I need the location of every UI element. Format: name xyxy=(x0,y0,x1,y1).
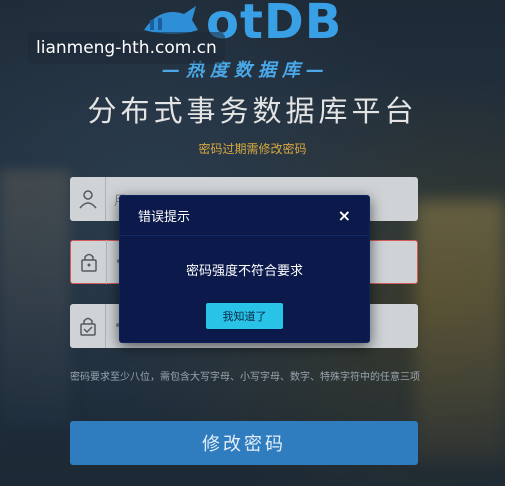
page-title: 分布式事务数据库平台 xyxy=(87,94,418,128)
background-blur-left xyxy=(0,170,70,430)
user-icon xyxy=(70,177,106,221)
dialog-message: 密码强度不符合要求 xyxy=(185,264,303,279)
lock-check-icon xyxy=(70,304,106,348)
change-password-button[interactable]: 修改密码 xyxy=(70,421,418,465)
password-expired-notice: 密码过期需修改密码 xyxy=(198,142,307,156)
error-dialog: 错误提示 × 密码强度不符合要求 我知道了 xyxy=(119,195,370,343)
close-icon[interactable]: × xyxy=(338,207,351,224)
lock-icon xyxy=(71,240,107,284)
acknowledge-button[interactable]: 我知道了 xyxy=(206,303,283,329)
dialog-header: 错误提示 × xyxy=(120,196,369,236)
password-requirement-hint: 密码要求至少八位，需包含大写字母、小写字母、数字、特殊字符中的任意三项 xyxy=(70,372,420,383)
dialog-title: 错误提示 xyxy=(138,210,191,225)
background-blur-right xyxy=(415,200,505,460)
logo-text: otDB xyxy=(206,0,343,50)
watermark: lianmeng-hth.com.cn xyxy=(28,32,225,64)
